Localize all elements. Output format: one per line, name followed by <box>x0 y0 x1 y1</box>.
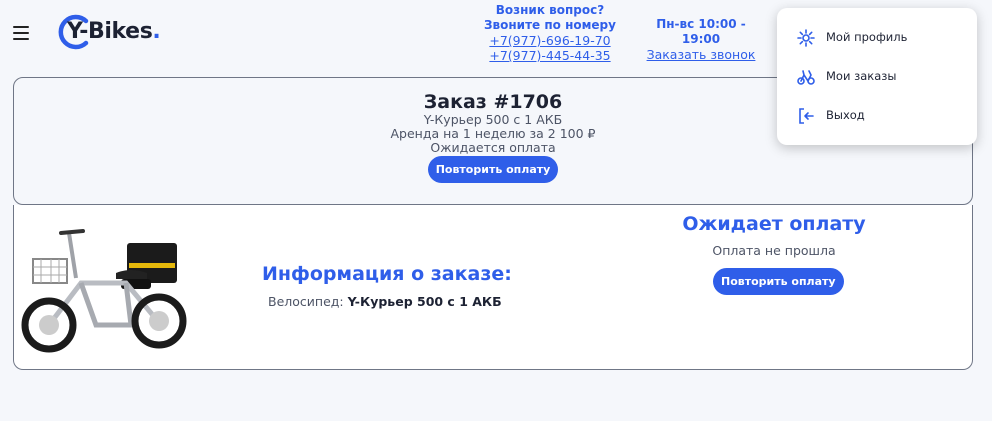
contact-question: Возник вопрос? <box>495 3 605 17</box>
work-hours: Пн-вс 10:00 - 19:00 <box>656 17 746 46</box>
menu-item-logout[interactable]: Выход <box>777 100 977 130</box>
logo-text: Y-Bikes. <box>67 19 161 44</box>
logo[interactable]: Y-Bikes. <box>58 12 183 52</box>
order-info-title: Информация о заказе: <box>262 263 512 285</box>
menu-item-profile[interactable]: Мой профиль <box>777 22 977 52</box>
contact-block: Возник вопрос? Звоните по номеру +7(977)… <box>470 3 630 63</box>
status-title: Ожидает оплату <box>682 213 866 235</box>
order-detail-card: Информация о заказе: Велосипед: Y-Курьер… <box>13 205 973 370</box>
bike-image <box>21 229 187 353</box>
contact-call-text: Звоните по номеру <box>484 18 616 32</box>
menu-icon[interactable] <box>13 24 31 40</box>
logout-icon <box>799 108 814 124</box>
callback-link[interactable]: Заказать звонок <box>636 47 766 62</box>
retry-payment-button-secondary[interactable]: Повторить оплату <box>713 268 844 295</box>
gear-icon <box>797 29 815 47</box>
order-bike-info: Велосипед: Y-Курьер 500 с 1 АКБ <box>268 294 502 309</box>
retry-payment-button[interactable]: Повторить оплату <box>427 156 559 183</box>
bike-icon <box>797 70 815 85</box>
phone-link-2[interactable]: +7(977)-445-44-35 <box>470 48 630 63</box>
menu-item-orders[interactable]: Мои заказы <box>777 61 977 91</box>
user-dropdown-menu: Мой профиль Мои заказы Выход <box>777 8 977 145</box>
status-subtitle: Оплата не прошла <box>712 243 836 258</box>
phone-link-1[interactable]: +7(977)-696-19-70 <box>470 33 630 48</box>
work-hours-block: Пн-вс 10:00 - 19:00 Заказать звонок <box>636 17 766 62</box>
